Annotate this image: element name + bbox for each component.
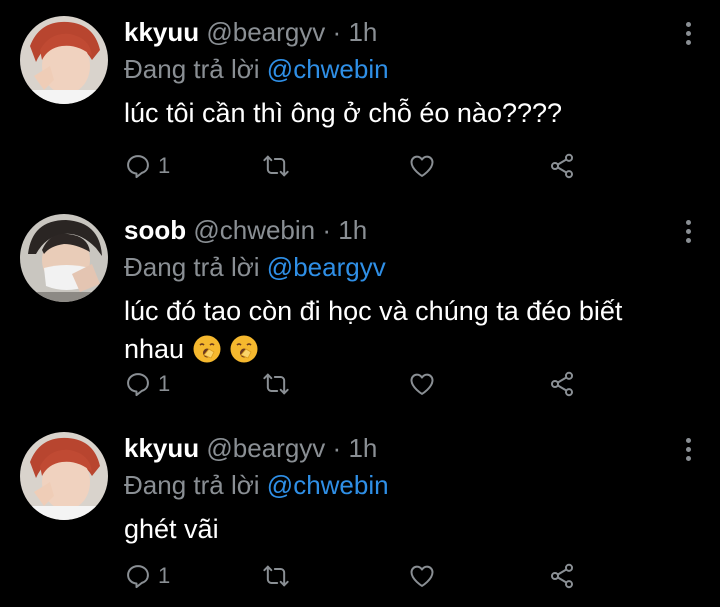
avatar[interactable] bbox=[20, 432, 108, 520]
retweet-icon bbox=[263, 565, 289, 587]
tweet-text-line: lúc đó tao còn đi học và chúng ta đéo bi… bbox=[124, 296, 623, 326]
reply-button[interactable]: 1 bbox=[124, 558, 170, 594]
replying-to: Đang trả lời @chwebin bbox=[124, 51, 389, 87]
display-name[interactable]: kkyuu bbox=[124, 433, 199, 463]
avatar[interactable] bbox=[20, 214, 108, 302]
more-icon[interactable] bbox=[678, 434, 698, 466]
retweet-icon bbox=[263, 155, 289, 177]
user-handle[interactable]: @chwebin bbox=[193, 215, 315, 245]
more-icon[interactable] bbox=[678, 216, 698, 248]
tweet-header: soob @chwebin · 1h bbox=[124, 212, 367, 248]
reply-icon bbox=[127, 565, 149, 589]
retweet-button[interactable] bbox=[262, 366, 290, 402]
tweet-text: lúc đó tao còn đi học và chúng ta đéo bi… bbox=[124, 292, 684, 368]
replying-to-label: Đang trả lời bbox=[124, 252, 260, 282]
tweet[interactable]: soob @chwebin · 1h Đang trả lời @beargyv… bbox=[0, 198, 720, 416]
separator-dot: · bbox=[322, 215, 332, 245]
retweet-icon bbox=[263, 373, 289, 395]
replying-to-label: Đang trả lời bbox=[124, 470, 260, 500]
like-button[interactable] bbox=[408, 558, 436, 594]
tweet-actions: 1 bbox=[124, 148, 594, 184]
user-handle[interactable]: @beargyv bbox=[206, 433, 325, 463]
like-icon bbox=[410, 565, 434, 587]
timestamp[interactable]: 1h bbox=[348, 17, 377, 47]
yawning-face-emoji-icon bbox=[230, 335, 258, 363]
like-icon bbox=[410, 373, 434, 395]
like-icon bbox=[410, 155, 434, 177]
share-icon bbox=[550, 153, 574, 179]
display-name[interactable]: kkyuu bbox=[124, 17, 199, 47]
display-name[interactable]: soob bbox=[124, 215, 186, 245]
timestamp[interactable]: 1h bbox=[348, 433, 377, 463]
reply-button[interactable]: 1 bbox=[124, 148, 170, 184]
reply-thread: kkyuu @beargyv · 1h Đang trả lời @chwebi… bbox=[0, 0, 720, 607]
separator-dot: · bbox=[332, 433, 342, 463]
tweet[interactable]: kkyuu @beargyv · 1h Đang trả lời @chwebi… bbox=[0, 0, 720, 198]
replying-to: Đang trả lời @chwebin bbox=[124, 467, 389, 503]
like-button[interactable] bbox=[408, 366, 436, 402]
separator-dot: · bbox=[332, 17, 342, 47]
like-button[interactable] bbox=[408, 148, 436, 184]
retweet-button[interactable] bbox=[262, 148, 290, 184]
tweet-header: kkyuu @beargyv · 1h bbox=[124, 430, 377, 466]
share-button[interactable] bbox=[548, 558, 576, 594]
retweet-button[interactable] bbox=[262, 558, 290, 594]
tweet-text-line-2: nhau bbox=[124, 330, 684, 368]
tweet-header: kkyuu @beargyv · 1h bbox=[124, 14, 377, 50]
tweet-text-word: nhau bbox=[124, 334, 185, 364]
tweet[interactable]: kkyuu @beargyv · 1h Đang trả lời @chwebi… bbox=[0, 416, 720, 607]
tweet-text: lúc tôi cần thì ông ở chỗ éo nào???? bbox=[124, 98, 563, 128]
timestamp[interactable]: 1h bbox=[338, 215, 367, 245]
share-button[interactable] bbox=[548, 366, 576, 402]
tweet-actions: 1 bbox=[124, 366, 594, 402]
reply-count: 1 bbox=[158, 371, 171, 396]
mention-link[interactable]: @chwebin bbox=[267, 54, 389, 84]
more-icon[interactable] bbox=[678, 18, 698, 50]
share-icon bbox=[550, 563, 574, 589]
reply-icon bbox=[127, 155, 149, 179]
avatar[interactable] bbox=[20, 16, 108, 104]
share-button[interactable] bbox=[548, 148, 576, 184]
mention-link[interactable]: @chwebin bbox=[267, 470, 389, 500]
reply-button[interactable]: 1 bbox=[124, 366, 170, 402]
user-handle[interactable]: @beargyv bbox=[206, 17, 325, 47]
tweet-text: ghét vãi bbox=[124, 514, 219, 544]
reply-count: 1 bbox=[158, 563, 171, 588]
tweet-actions: 1 bbox=[124, 558, 594, 594]
reply-count: 1 bbox=[158, 153, 171, 178]
share-icon bbox=[550, 371, 574, 397]
replying-to: Đang trả lời @beargyv bbox=[124, 249, 386, 285]
mention-link[interactable]: @beargyv bbox=[267, 252, 386, 282]
yawning-face-emoji-icon bbox=[193, 335, 221, 363]
replying-to-label: Đang trả lời bbox=[124, 54, 260, 84]
reply-icon bbox=[127, 373, 149, 397]
